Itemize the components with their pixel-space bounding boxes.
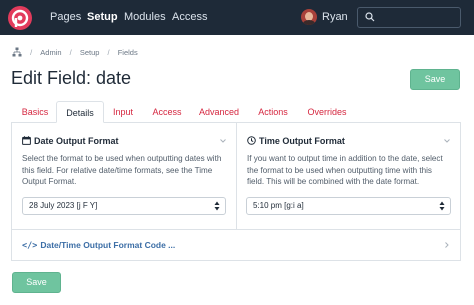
select-arrows-icon (439, 201, 445, 211)
code-icon: </> (22, 241, 38, 251)
time-format-selected: 5:10 pm [g:i a] (253, 201, 304, 210)
save-button-bottom[interactable]: Save (12, 272, 61, 293)
format-code-section-toggle[interactable]: </> Date/Time Output Format Code ... (22, 240, 175, 251)
breadcrumb-setup[interactable]: Setup (80, 48, 100, 57)
user-name[interactable]: Ryan (322, 11, 348, 23)
tab-actions[interactable]: Actions (252, 101, 294, 123)
date-format-select[interactable]: 28 July 2023 [j F Y] (22, 197, 226, 215)
chevron-down-icon[interactable] (443, 137, 451, 145)
user-avatar[interactable] (301, 9, 317, 25)
date-format-description: Select the format to be used when output… (22, 154, 222, 186)
time-format-header[interactable]: Time Output Format (247, 136, 345, 146)
avatar-body (303, 20, 315, 25)
nav-modules[interactable]: Modules (124, 11, 166, 23)
time-format-title: Time Output Format (259, 136, 345, 146)
format-code-title: Date/Time Output Format Code ... (40, 240, 176, 250)
breadcrumb: / Admin / Setup / Fields (12, 47, 138, 59)
tab-advanced[interactable]: Advanced (194, 101, 244, 123)
row-divider (11, 229, 461, 230)
breadcrumb-separator: / (69, 47, 72, 57)
time-format-select[interactable]: 5:10 pm [g:i a] (246, 197, 451, 215)
date-format-header[interactable]: Date Output Format (22, 136, 119, 146)
breadcrumb-separator: / (107, 47, 110, 57)
clock-icon (247, 136, 256, 145)
search-input[interactable] (380, 10, 458, 25)
top-nav-bar: Pages Setup Modules Access Ryan (0, 0, 474, 35)
nav-setup[interactable]: Setup (87, 11, 118, 23)
tab-overrides[interactable]: Overrides (302, 101, 352, 123)
search-box[interactable] (357, 7, 461, 28)
tab-input[interactable]: Input (107, 101, 139, 123)
page-title: Edit Field: date (11, 68, 132, 88)
breadcrumb-admin[interactable]: Admin (40, 48, 61, 57)
save-button-top[interactable]: Save (410, 69, 460, 90)
nav-access[interactable]: Access (172, 11, 207, 23)
chevron-right-icon[interactable] (443, 241, 451, 249)
tab-details[interactable]: Details (56, 101, 104, 123)
tab-access[interactable]: Access (147, 101, 187, 123)
date-format-selected: 28 July 2023 [j F Y] (29, 201, 98, 210)
calendar-icon (22, 136, 31, 145)
column-divider (236, 123, 237, 230)
nav-pages[interactable]: Pages (50, 11, 81, 23)
date-format-title: Date Output Format (34, 136, 119, 146)
search-icon (365, 12, 375, 22)
sitemap-icon[interactable] (12, 47, 22, 57)
processwire-logo[interactable] (8, 6, 32, 30)
tab-basics[interactable]: Basics (17, 101, 53, 123)
time-format-description: If you want to output time in addition t… (247, 154, 443, 186)
select-arrows-icon (214, 201, 220, 211)
breadcrumb-separator: / (30, 47, 33, 57)
breadcrumb-fields[interactable]: Fields (118, 48, 138, 57)
chevron-down-icon[interactable] (219, 137, 227, 145)
